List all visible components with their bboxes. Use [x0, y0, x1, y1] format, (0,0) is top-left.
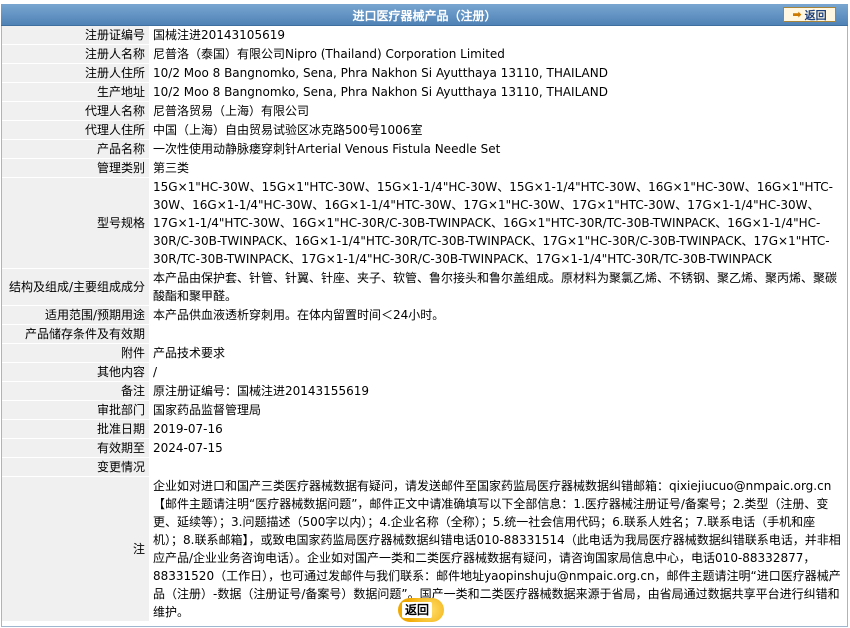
field-label: 注册人住所: [2, 63, 149, 83]
field-value: 10/2 Moo 8 Bangnomko, Sena, Phra Nakhon …: [149, 63, 847, 83]
field-row: 备注 原注册证编号：国械注进20143155619: [2, 381, 847, 401]
field-value: /: [149, 362, 847, 382]
field-label: 代理人住所: [2, 120, 149, 140]
back-button-top[interactable]: ➡ 返回: [783, 7, 836, 22]
field-label: 有效期至: [2, 438, 149, 458]
field-value: 原注册证编号：国械注进20143155619: [149, 381, 847, 401]
field-value: [149, 324, 847, 344]
field-row: 管理类别 第三类: [2, 158, 847, 178]
field-value: 本产品由保护套、针管、针翼、针座、夹子、软管、鲁尔接头和鲁尔盖组成。原材料为聚氯…: [149, 268, 847, 306]
field-value: 中国（上海）自由贸易试验区冰克路500号1006室: [149, 120, 847, 140]
field-value: 10/2 Moo 8 Bangnomko, Sena, Phra Nakhon …: [149, 82, 847, 102]
field-label: 审批部门: [2, 400, 149, 420]
arrow-right-icon: ➡: [792, 8, 802, 21]
field-row: 产品储存条件及有效期: [2, 324, 847, 344]
page-title: 进口医疗器械产品（注册）: [352, 9, 497, 23]
field-label: 变更情况: [2, 457, 149, 477]
field-row: 批准日期 2019-07-16: [2, 419, 847, 439]
title-bar: 进口医疗器械产品（注册） ➡ 返回: [1, 4, 848, 26]
field-row: 注册人住所 10/2 Moo 8 Bangnomko, Sena, Phra Na…: [2, 63, 847, 83]
field-row: 审批部门 国家药品监督管理局: [2, 400, 847, 420]
field-row: 代理人住所 中国（上海）自由贸易试验区冰克路500号1006室: [2, 120, 847, 140]
field-value: 2019-07-16: [149, 419, 847, 439]
field-value: 第三类: [149, 158, 847, 178]
field-value: 产品技术要求: [149, 343, 847, 363]
field-row: 生产地址 10/2 Moo 8 Bangnomko, Sena, Phra Nak…: [2, 82, 847, 102]
field-row: 注册人名称 尼普洛（泰国）有限公司Nipro (Thailand) Corpora…: [2, 44, 847, 64]
field-label: 代理人名称: [2, 101, 149, 121]
field-row: 适用范围/预期用途 本产品供血液透析穿刺用。在体内留置时间＜24小时。: [2, 305, 847, 325]
field-row: 其他内容 /: [2, 362, 847, 382]
field-label: 生产地址: [2, 82, 149, 102]
field-row: 变更情况: [2, 457, 847, 477]
back-button-bottom[interactable]: 返回: [398, 598, 444, 622]
field-row: 注册证编号 国械注进20143105619: [2, 26, 847, 45]
field-row: 代理人名称 尼普洛贸易（上海）有限公司: [2, 101, 847, 121]
field-label: 注册人名称: [2, 44, 149, 64]
field-label: 批准日期: [2, 419, 149, 439]
field-label: 型号规格: [2, 177, 149, 269]
back-button-top-label: 返回: [804, 8, 827, 22]
field-label: 备注: [2, 381, 149, 401]
field-row: 有效期至 2024-07-15: [2, 438, 847, 458]
field-label: 产品名称: [2, 139, 149, 159]
field-row: 附件 产品技术要求: [2, 343, 847, 363]
field-value: 一次性使用动静脉瘘穿刺针Arterial Venous Fistula Need…: [149, 139, 847, 159]
detail-table: 注册证编号 国械注进20143105619 注册人名称 尼普洛（泰国）有限公司Nipr…: [2, 26, 847, 622]
field-row: 产品名称 一次性使用动静脉瘘穿刺针Arterial Venous Fistula …: [2, 139, 847, 159]
field-label: 注: [2, 476, 149, 622]
field-value: 15G×1"HC-30W、15G×1"HTC-30W、15G×1-1/4"HC-…: [149, 177, 847, 269]
back-button-bottom-label: 返回: [402, 602, 433, 618]
field-label: 产品储存条件及有效期: [2, 324, 149, 344]
field-label: 管理类别: [2, 158, 149, 178]
field-label: 附件: [2, 343, 149, 363]
field-value: 2024-07-15: [149, 438, 847, 458]
field-value: 尼普洛贸易（上海）有限公司: [149, 101, 847, 121]
field-value: 尼普洛（泰国）有限公司Nipro (Thailand) Corporation …: [149, 44, 847, 64]
field-row: 结构及组成/主要组成成分 本产品由保护套、针管、针翼、针座、夹子、软管、鲁尔接头和…: [2, 268, 847, 306]
field-row: 型号规格 15G×1"HC-30W、15G×1"HTC-30W、15G×1-1/4…: [2, 177, 847, 269]
field-value: [149, 457, 847, 477]
notice-text: 企业如对进口和国产三类医疗器械数据有疑问，请发送邮件至国家药监局医疗器械数据纠错…: [149, 476, 847, 622]
field-value: 国械注进20143105619: [149, 26, 847, 45]
field-value: 本产品供血液透析穿刺用。在体内留置时间＜24小时。: [149, 305, 847, 325]
field-label: 结构及组成/主要组成成分: [2, 268, 149, 306]
field-label: 适用范围/预期用途: [2, 305, 149, 325]
field-value: 国家药品监督管理局: [149, 400, 847, 420]
field-label: 注册证编号: [2, 26, 149, 45]
field-label: 其他内容: [2, 362, 149, 382]
